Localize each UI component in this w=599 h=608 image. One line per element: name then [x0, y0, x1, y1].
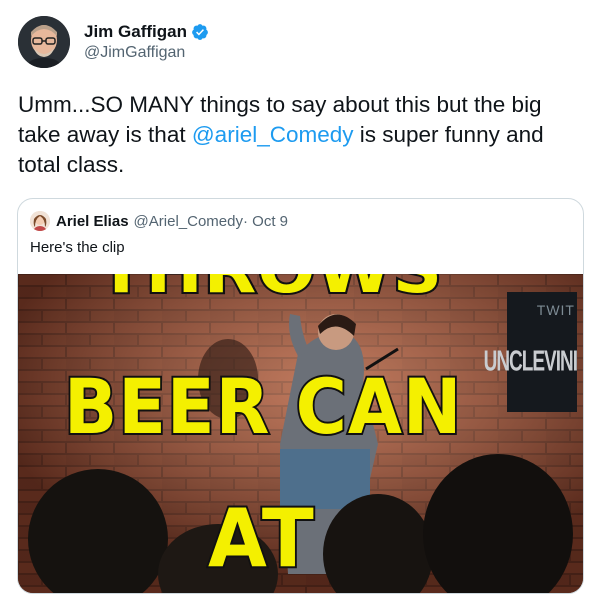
author-avatar[interactable]	[18, 16, 70, 68]
quoted-author-avatar[interactable]	[30, 211, 50, 231]
quoted-author-name[interactable]: Ariel Elias	[56, 213, 129, 230]
watermark-bottom-text: UNCLEVINI	[483, 346, 578, 379]
author-name[interactable]: Jim Gaffigan	[84, 22, 187, 42]
quoted-tweet-card[interactable]: Ariel Elias @Ariel_Comedy · Oct 9 Here's…	[17, 198, 584, 594]
mention-link[interactable]: @ariel_Comedy	[192, 122, 354, 147]
verified-badge-icon	[192, 24, 208, 40]
video-caption-line1: THROWS	[96, 274, 444, 309]
watermark-top-text: TWIT	[536, 302, 575, 318]
tweet-header: Jim Gaffigan @JimGaffigan	[18, 16, 209, 68]
video-caption-line2: BEER CAN	[62, 360, 463, 453]
video-media[interactable]: TWIT UNCLEVINI THROWS BEER CAN AT	[18, 274, 583, 593]
quoted-author-handle[interactable]: @Ariel_Comedy	[134, 213, 243, 230]
video-caption-line3: AT	[206, 490, 316, 587]
quoted-tweet-text: Here's the clip	[30, 239, 125, 256]
quoted-tweet-date[interactable]: · Oct 9	[243, 213, 288, 230]
tweet-text: Umm...SO MANY things to say about this b…	[18, 90, 588, 180]
author-handle[interactable]: @JimGaffigan	[84, 44, 209, 62]
